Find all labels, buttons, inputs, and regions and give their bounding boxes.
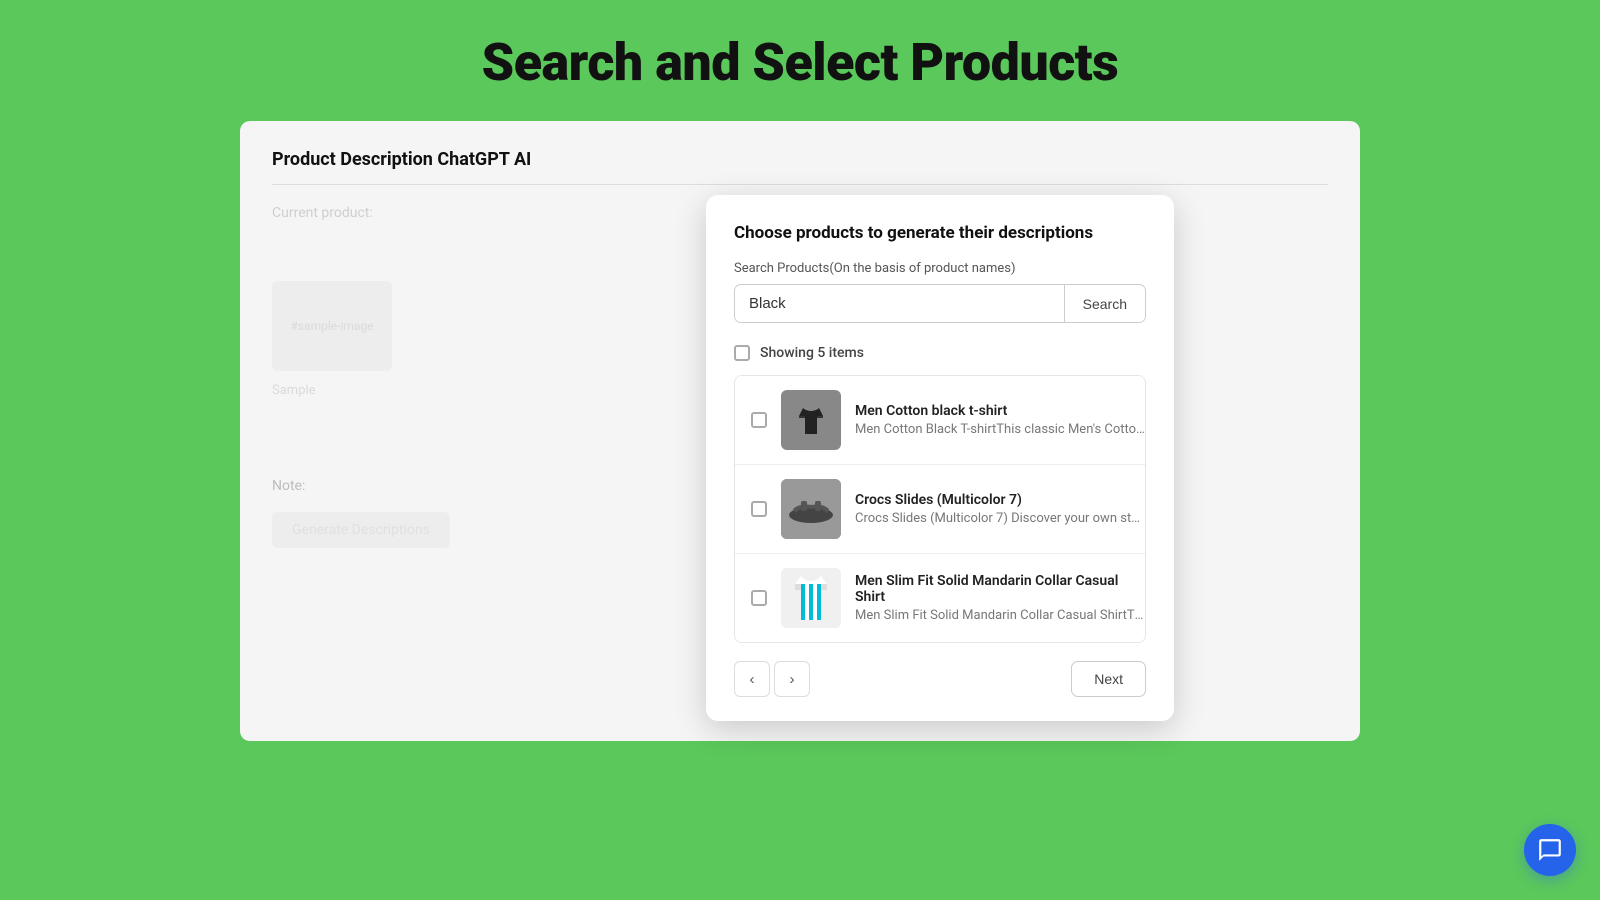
product-image-3 xyxy=(781,568,841,628)
product-desc-2: Crocs Slides (Multicolor 7) Discover you… xyxy=(855,511,1145,526)
pagination-row: ‹ › Next xyxy=(734,661,1146,697)
prev-page-button[interactable]: ‹ xyxy=(734,661,770,697)
product-modal: Choose products to generate their descri… xyxy=(706,195,1174,721)
search-input[interactable] xyxy=(735,285,1064,322)
app-body: Current product: #sample-image Sample No… xyxy=(272,205,1328,548)
product-image-1 xyxy=(781,390,841,450)
chevron-left-icon: ‹ xyxy=(750,671,755,688)
search-button[interactable]: Search xyxy=(1064,285,1145,322)
table-row: Men Cotton black t-shirt Men Cotton Blac… xyxy=(735,376,1145,465)
search-label: Search Products(On the basis of product … xyxy=(734,261,1146,276)
next-button[interactable]: Next xyxy=(1071,661,1146,697)
product-image-2 xyxy=(781,479,841,539)
app-container: Product Description ChatGPT AI Current p… xyxy=(240,121,1360,741)
showing-items-label: Showing 5 items xyxy=(760,345,864,361)
product-info-1: Men Cotton black t-shirt Men Cotton Blac… xyxy=(855,403,1145,437)
chat-bubble-button[interactable] xyxy=(1524,824,1576,876)
app-header: Product Description ChatGPT AI xyxy=(272,149,1328,185)
product-name-2: Crocs Slides (Multicolor 7) xyxy=(855,492,1145,508)
next-page-button[interactable]: › xyxy=(774,661,810,697)
product-name-1: Men Cotton black t-shirt xyxy=(855,403,1145,419)
select-all-row: Showing 5 items xyxy=(734,341,1146,365)
chat-icon xyxy=(1537,837,1563,863)
pagination-buttons: ‹ › xyxy=(734,661,810,697)
product-list: Men Cotton black t-shirt Men Cotton Blac… xyxy=(734,375,1146,643)
search-row: Search xyxy=(734,284,1146,323)
table-row: Crocs Slides (Multicolor 7) Crocs Slides… xyxy=(735,465,1145,554)
modal-title: Choose products to generate their descri… xyxy=(734,223,1146,243)
generate-btn-bg: Generate Descriptions xyxy=(272,512,450,548)
product-checkbox-2[interactable] xyxy=(751,501,767,517)
product-name-3: Men Slim Fit Solid Mandarin Collar Casua… xyxy=(855,573,1145,605)
product-desc-3: Men Slim Fit Solid Mandarin Collar Casua… xyxy=(855,608,1145,623)
product-desc-1: Men Cotton Black T-shirtThis classic Men… xyxy=(855,422,1145,437)
page-title: Search and Select Products xyxy=(0,0,1600,121)
select-all-checkbox[interactable] xyxy=(734,345,750,361)
product-checkbox-3[interactable] xyxy=(751,590,767,606)
modal-overlay: Choose products to generate their descri… xyxy=(552,195,1328,548)
chevron-right-icon: › xyxy=(790,671,795,688)
table-row: Men Slim Fit Solid Mandarin Collar Casua… xyxy=(735,554,1145,642)
product-info-3: Men Slim Fit Solid Mandarin Collar Casua… xyxy=(855,573,1145,623)
product-info-2: Crocs Slides (Multicolor 7) Crocs Slides… xyxy=(855,492,1145,526)
sample-image: #sample-image xyxy=(272,281,392,371)
product-checkbox-1[interactable] xyxy=(751,412,767,428)
